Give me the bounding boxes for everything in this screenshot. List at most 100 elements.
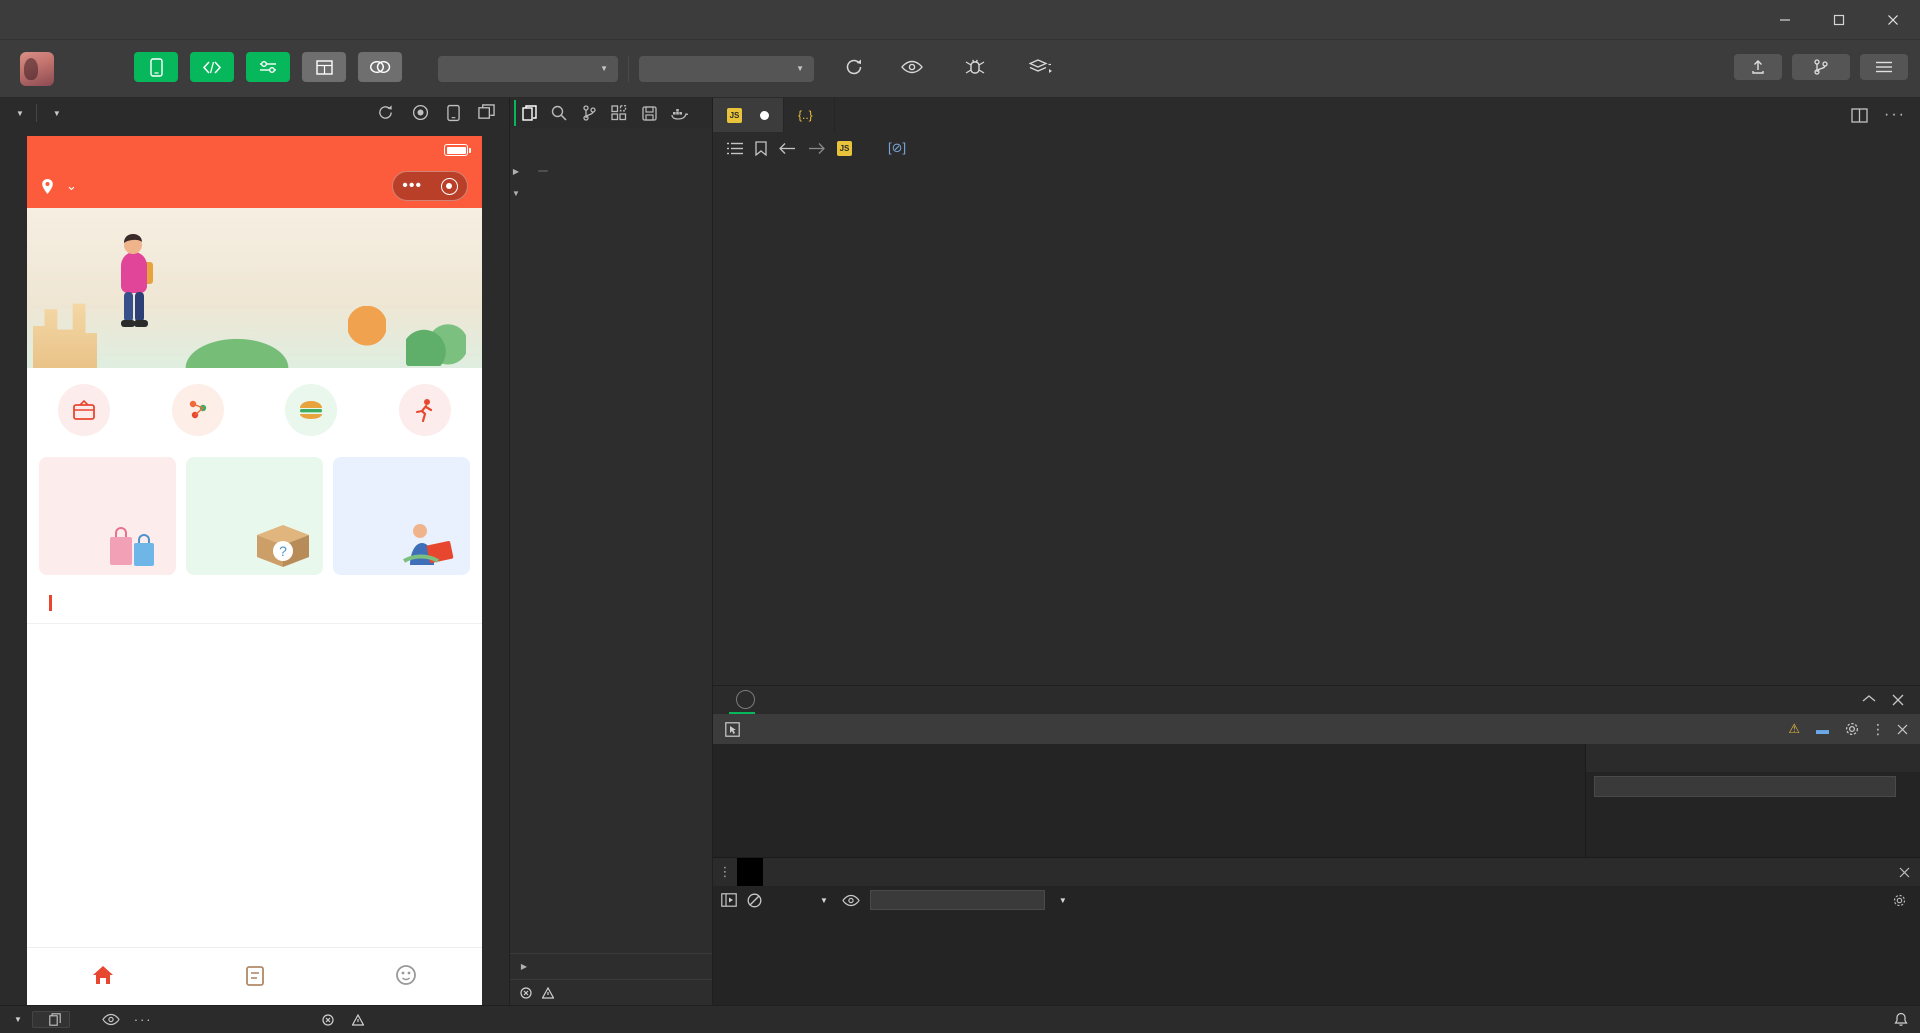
console-eye-icon[interactable] <box>842 894 860 907</box>
info-count-group[interactable]: ▬ <box>1816 722 1833 737</box>
menu-item-settings[interactable] <box>170 15 188 25</box>
nav-forward-icon[interactable] <box>808 142 825 155</box>
nav-back-icon[interactable] <box>779 142 796 155</box>
menu-item-interface[interactable] <box>150 15 168 25</box>
rotate-device-icon[interactable] <box>447 104 460 122</box>
status-more-icon[interactable]: ··· <box>134 1013 153 1027</box>
editor-tab-siteinfo[interactable]: JS <box>713 98 784 132</box>
console-log-list[interactable] <box>713 914 1920 1005</box>
page-path-box[interactable] <box>32 1011 70 1028</box>
editor-more-icon[interactable]: ··· <box>1884 106 1906 124</box>
docker-icon[interactable] <box>664 100 694 126</box>
details-button[interactable] <box>1860 54 1908 83</box>
mode-select[interactable]: ▼ <box>438 56 618 82</box>
toc-icon[interactable] <box>727 142 743 155</box>
console-close-icon[interactable] <box>1899 867 1920 878</box>
close-capsule-icon[interactable] <box>441 178 458 195</box>
card-lost-and-found[interactable]: ? <box>186 457 323 575</box>
close-panel-icon[interactable] <box>1892 694 1904 706</box>
menu-item-select[interactable] <box>110 15 128 25</box>
console-filter-input[interactable] <box>870 890 1045 910</box>
toggle-editor-button[interactable] <box>190 52 234 85</box>
compile-button[interactable] <box>830 52 878 85</box>
status-warning-group[interactable] <box>352 1014 368 1026</box>
copy-icon[interactable] <box>49 1013 61 1026</box>
menu-item-edit[interactable] <box>50 15 68 25</box>
status-error-group[interactable] <box>322 1014 338 1026</box>
minimize-icon[interactable] <box>1758 0 1812 39</box>
menu-item-view[interactable] <box>130 15 148 25</box>
clear-console-icon[interactable] <box>747 893 762 908</box>
capsule-button[interactable]: ••• <box>392 171 468 201</box>
record-icon[interactable] <box>412 104 429 122</box>
extensions-icon[interactable] <box>604 100 634 126</box>
open-editors-row[interactable]: ▶ <box>510 160 712 183</box>
tabbar-item-profile[interactable] <box>330 948 482 1005</box>
version-manage-button[interactable] <box>1792 54 1850 83</box>
source-control-icon[interactable] <box>574 100 604 126</box>
devtools-close-icon[interactable] <box>1897 724 1908 735</box>
debugger-tab-debugger[interactable] <box>729 687 755 714</box>
toggle-visual-button[interactable] <box>302 52 346 85</box>
chevron-down-icon: ▼ <box>600 64 608 73</box>
error-count-group[interactable] <box>520 987 536 999</box>
upload-button[interactable] <box>1734 54 1782 83</box>
status-eye-icon[interactable] <box>102 1013 120 1026</box>
files-icon[interactable] <box>514 100 544 126</box>
toggle-cloud-button[interactable] <box>358 52 402 85</box>
console-sidebar-icon[interactable] <box>721 893 737 907</box>
tabbar-item-home[interactable] <box>27 948 179 1005</box>
warning-count-group[interactable] <box>542 987 558 999</box>
collapse-panel-icon[interactable] <box>1862 694 1876 706</box>
avatar[interactable] <box>20 52 54 86</box>
card-campus-circle[interactable] <box>333 457 470 575</box>
toggle-simulator-button[interactable] <box>134 52 178 85</box>
editor-tab-sitemap[interactable]: {..} <box>784 98 835 132</box>
maximize-icon[interactable] <box>1812 0 1866 39</box>
location-selector[interactable]: ⌄ <box>41 178 77 195</box>
wxml-tree-view[interactable] <box>713 744 1585 857</box>
more-dots-icon[interactable]: ••• <box>402 177 422 195</box>
project-root-row[interactable]: ▼ <box>510 183 712 206</box>
menu-item-file[interactable] <box>30 15 48 25</box>
split-editor-icon[interactable] <box>1851 108 1868 123</box>
save-all-icon[interactable] <box>634 100 664 126</box>
page-path-select[interactable]: ▼ <box>10 1015 22 1024</box>
menu-item-devtools[interactable] <box>210 15 228 25</box>
code-editor[interactable] <box>713 164 1920 685</box>
console-tab[interactable] <box>737 858 763 886</box>
warning-count-group[interactable]: ⚠ <box>1788 721 1804 737</box>
toggle-debugger-button[interactable] <box>246 52 290 85</box>
bookmark-icon[interactable] <box>755 141 767 156</box>
hot-reload-select[interactable]: ▼ <box>37 98 73 128</box>
menu-item-project[interactable] <box>10 15 28 25</box>
preview-button[interactable] <box>888 52 936 85</box>
clear-cache-button[interactable] <box>1014 52 1068 85</box>
detach-window-icon[interactable] <box>478 104 495 122</box>
devtools-menu-icon[interactable]: ⋮ <box>1871 721 1885 738</box>
outline-row[interactable]: ▶ <box>510 953 712 979</box>
bell-icon[interactable] <box>1894 1012 1908 1027</box>
devtools-settings-icon[interactable] <box>1845 722 1859 736</box>
card-second-hand[interactable] <box>39 457 176 575</box>
grid-item-express-send[interactable] <box>141 384 255 443</box>
console-context-select[interactable]: ▼ <box>772 896 832 905</box>
styles-filter-input[interactable] <box>1594 776 1896 797</box>
tabbar-item-orders[interactable] <box>179 948 331 1005</box>
real-device-debug-button[interactable] <box>946 52 1004 85</box>
grid-item-canteen[interactable] <box>255 384 369 443</box>
search-icon[interactable] <box>544 100 574 126</box>
menu-item-goto[interactable] <box>90 15 108 25</box>
device-select[interactable]: ▼ <box>0 98 36 128</box>
element-picker-icon[interactable] <box>713 722 751 737</box>
grid-item-express-pickup[interactable] <box>27 384 141 443</box>
drag-handle-icon[interactable]: ⋮ <box>713 864 737 880</box>
console-settings-icon[interactable] <box>1893 894 1906 907</box>
grid-item-tasks[interactable] <box>368 384 482 443</box>
close-icon[interactable] <box>1866 0 1920 39</box>
menu-item-help[interactable] <box>190 15 208 25</box>
compile-select[interactable]: ▼ <box>639 56 814 82</box>
refresh-icon[interactable] <box>377 104 394 122</box>
menu-item-tools[interactable] <box>70 15 88 25</box>
console-levels-select[interactable]: ▼ <box>1055 896 1067 905</box>
